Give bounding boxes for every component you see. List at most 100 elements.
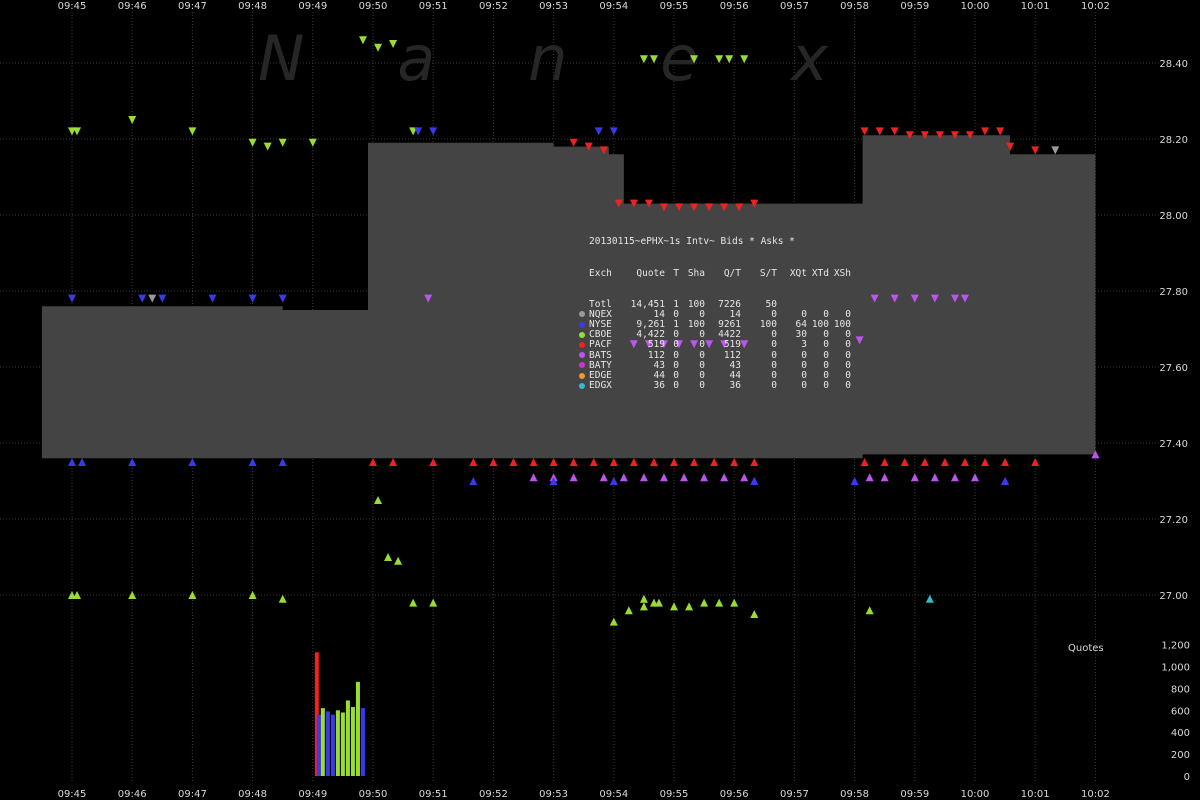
x-tick-label: 09:45 — [58, 1, 87, 12]
exchange-color-dot — [579, 341, 585, 348]
bid-mark — [619, 473, 628, 482]
ask-mark — [278, 294, 287, 303]
x-tick-label: 09:54 — [599, 1, 628, 12]
bid-mark — [549, 458, 558, 466]
quote-tick-label: 1,000 — [1161, 663, 1190, 674]
bid-mark — [750, 458, 759, 466]
bid-mark — [750, 477, 759, 485]
bid-mark — [865, 606, 874, 615]
bid-mark — [128, 458, 137, 466]
stats-title: 20130115~ePHX~1s Intv~ Bids * Asks * — [589, 236, 795, 248]
bid-mark — [960, 458, 969, 466]
ask-mark — [860, 127, 869, 136]
x-tick-label: 09:49 — [298, 789, 327, 800]
x-tick-label: 09:58 — [840, 789, 869, 800]
ask-mark — [649, 55, 658, 64]
stats-cell-sha: 0 — [679, 381, 705, 391]
x-tick-label: 10:02 — [1081, 789, 1110, 800]
ask-mark — [389, 40, 398, 48]
bid-mark — [394, 556, 403, 565]
bid-mark — [730, 598, 739, 607]
header-exch: Exch — [589, 268, 612, 280]
x-axis-top: 09:45 09:46 09:47 09:48 09:49 09:50 09:51 09:52… — [58, 1, 1110, 12]
x-tick-label: 09:54 — [599, 789, 628, 800]
bid-mark — [659, 473, 668, 482]
quote-bar — [335, 710, 340, 776]
bid-mark — [880, 473, 889, 482]
bid-mark — [981, 458, 990, 466]
ask-mark — [308, 138, 317, 147]
x-tick-label: 09:55 — [660, 789, 689, 800]
bid-mark — [649, 458, 658, 466]
price-tick-label: 27.00 — [1159, 591, 1188, 602]
stats-row: BATS 112 0 0 112 0 0 0 0 — [579, 350, 851, 361]
x-tick-label: 10:00 — [961, 789, 990, 800]
bid-mark — [670, 458, 678, 466]
x-tick-label: 09:48 — [238, 1, 267, 12]
quote-tick-label: 400 — [1171, 728, 1190, 739]
bid-mark — [278, 458, 287, 466]
bid-mark — [1001, 477, 1010, 485]
bid-mark — [910, 473, 919, 482]
quotes-axis-label: Quotes — [1068, 643, 1104, 654]
bid-mark — [880, 458, 889, 466]
bid-mark — [629, 458, 638, 466]
quote-tick-label: 600 — [1171, 706, 1190, 717]
ask-mark — [639, 55, 648, 64]
ask-mark — [248, 294, 257, 303]
bid-mark — [930, 473, 939, 482]
stats-cell-st: 0 — [741, 381, 777, 391]
bid-mark — [569, 473, 578, 482]
x-tick-label: 09:58 — [840, 1, 869, 12]
quote-count-bars — [314, 652, 365, 776]
stats-cell-text: 36 — [653, 380, 665, 392]
exchange-color-dot — [579, 352, 585, 359]
header-xqt: XQt — [789, 268, 807, 280]
bid-mark — [509, 458, 518, 466]
quote-bar — [355, 681, 360, 776]
bid-mark — [489, 458, 498, 466]
stats-cell-text: 36 — [729, 380, 741, 392]
ask-mark — [981, 127, 990, 136]
x-tick-label: 09:51 — [419, 1, 448, 12]
ask-mark — [1051, 146, 1060, 155]
bid-mark — [900, 458, 909, 466]
bid-mark — [384, 553, 393, 561]
x-tick-label: 09:48 — [238, 789, 267, 800]
bid-mark — [720, 473, 729, 482]
bid-mark — [680, 473, 689, 482]
stats-cell-t: 0 — [665, 381, 679, 391]
x-tick-label: 09:45 — [58, 789, 87, 800]
ask-mark — [725, 55, 734, 64]
quote-bar — [330, 714, 335, 776]
x-tick-label: 09:49 — [298, 1, 327, 12]
stats-row: BATY 43 0 0 43 0 0 0 0 — [579, 360, 851, 371]
bid-mark — [374, 496, 383, 504]
bid-mark — [278, 594, 287, 603]
x-tick-label: 09:51 — [419, 789, 448, 800]
bid-mark — [609, 458, 618, 466]
price-tick-label: 28.20 — [1159, 135, 1188, 146]
quote-bar — [360, 708, 365, 776]
stats-cell-text: EDGX — [589, 380, 612, 392]
bid-mark — [639, 473, 648, 482]
x-tick-label: 09:46 — [118, 789, 147, 800]
bid-mark — [429, 458, 438, 466]
ask-mark — [1031, 146, 1040, 155]
x-tick-label: 09:57 — [780, 1, 809, 12]
stats-cell-xqt: 0 — [777, 381, 807, 391]
stats-row: Totl 14,451 1 100 7226 50 — [589, 299, 851, 310]
quote-bar — [340, 712, 345, 776]
x-tick-label: 09:57 — [780, 789, 809, 800]
x-axis-bottom: 09:45 09:46 09:47 09:48 09:49 09:50 09:51 09:52… — [58, 789, 1110, 800]
x-tick-label: 09:53 — [539, 789, 568, 800]
ask-mark — [358, 36, 367, 45]
stats-cell-text: 0 — [845, 380, 851, 392]
bid-mark — [730, 458, 739, 466]
bid-mark — [429, 598, 438, 607]
ask-mark — [68, 294, 76, 303]
ask-mark — [263, 142, 272, 151]
bid-mark — [469, 477, 478, 485]
quote-tick-label: 1,200 — [1161, 641, 1190, 652]
ask-mark — [414, 127, 423, 136]
